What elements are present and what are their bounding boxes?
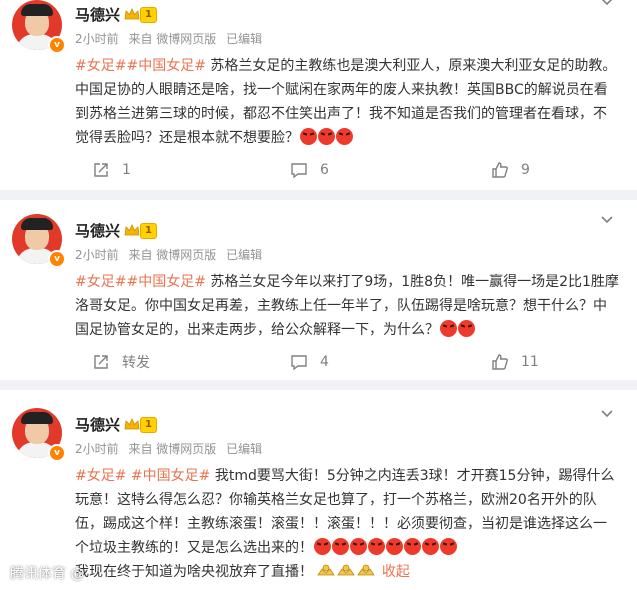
post-source: 来自 微博网页版: [128, 248, 217, 262]
weibo-post-2: v 马德兴 1 2小时前 来自 微博网页版 已编辑 #女足##中国女足# 苏格兰…: [0, 200, 637, 380]
post-meta: 2小时前 来自 微博网页版 已编辑: [75, 440, 268, 457]
repost-button[interactable]: 转发: [92, 352, 150, 372]
level-badge: 1: [140, 417, 157, 433]
verified-badge-icon: v: [48, 444, 66, 462]
post-time[interactable]: 2小时前: [75, 248, 119, 262]
like-button[interactable]: 11: [491, 352, 539, 372]
edited-label: 已编辑: [226, 442, 263, 456]
weibo-post-3: v 马德兴 1 2小时前 来自 微博网页版 已编辑 #女足# #中国女足# 我t…: [0, 390, 637, 590]
post-time[interactable]: 2小时前: [75, 442, 119, 456]
weibo-post-1: v 马德兴 1 2小时前 来自 微博网页版 已编辑 #女足##中国女足# 苏格兰…: [0, 0, 637, 190]
thumbs-up-icon: [492, 162, 508, 178]
chevron-down-icon[interactable]: [600, 406, 614, 420]
comment-button[interactable]: 4: [290, 352, 329, 372]
comment-icon: [291, 355, 307, 371]
comment-icon: [291, 163, 307, 179]
author-name[interactable]: 马德兴: [75, 220, 120, 241]
post-source: 来自 微博网页版: [128, 442, 217, 456]
crown-icon: [124, 8, 140, 20]
post-time[interactable]: 2小时前: [75, 32, 119, 46]
thumbs-up-icon: [492, 354, 508, 370]
post-source: 来自 微博网页版: [128, 32, 217, 46]
edited-label: 已编辑: [226, 32, 263, 46]
post-meta: 2小时前 来自 微博网页版 已编辑: [75, 30, 268, 47]
post-text: #女足##中国女足# 苏格兰女足的主教练也是澳大利亚人，原来澳大利亚女足的助教。…: [75, 58, 617, 146]
chevron-down-icon[interactable]: [600, 212, 614, 226]
crown-icon: [124, 418, 140, 430]
post-meta: 2小时前 来自 微博网页版 已编辑: [75, 246, 268, 263]
verified-badge-icon: v: [48, 36, 66, 54]
level-badge: 1: [140, 223, 157, 239]
crown-icon: [124, 224, 140, 236]
repost-button[interactable]: 1: [92, 160, 131, 180]
post-text: #女足# #中国女足# 我tmd要骂大街！5分钟之内连丢3球！才开赛15分钟，踢…: [75, 468, 615, 580]
repost-icon: [94, 355, 108, 369]
repost-icon: [94, 163, 108, 177]
hashtag[interactable]: #女足##中国女足#: [75, 58, 206, 74]
level-badge: 1: [140, 7, 157, 23]
shrug-emoji-icon: [317, 564, 381, 580]
chevron-down-icon[interactable]: [600, 0, 614, 8]
post-text: #女足##中国女足# 苏格兰女足今年以来打了9场，1胜8负！唯一赢得一场是2比1…: [75, 274, 619, 338]
angry-emoji-icon: [313, 538, 457, 556]
like-button[interactable]: 9: [491, 160, 530, 180]
author-name[interactable]: 马德兴: [75, 414, 120, 435]
angry-emoji-icon: [299, 128, 353, 146]
hashtag[interactable]: #女足# #中国女足#: [75, 468, 210, 484]
verified-badge-icon: v: [48, 250, 66, 268]
post-actions: 1 6 9: [0, 160, 637, 180]
author-name[interactable]: 马德兴: [75, 4, 120, 25]
post-actions: 转发 4 11: [0, 352, 637, 372]
collapse-link[interactable]: 收起: [382, 564, 410, 580]
edited-label: 已编辑: [226, 248, 263, 262]
angry-emoji-icon: [439, 320, 475, 338]
comment-button[interactable]: 6: [290, 160, 329, 180]
watermark: 腾讯体育 @: [10, 566, 85, 582]
hashtag[interactable]: #女足##中国女足#: [75, 274, 206, 290]
